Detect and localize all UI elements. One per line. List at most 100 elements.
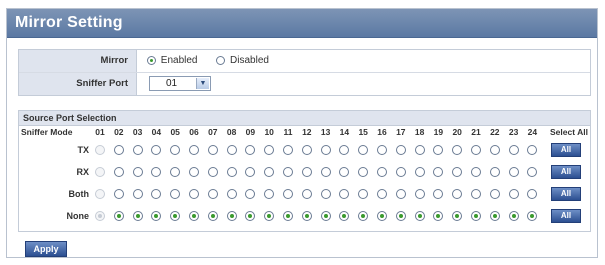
radio-none-port-20[interactable] [452, 211, 463, 221]
radio-none-port-12[interactable] [301, 211, 312, 221]
radio-none-port-06[interactable] [189, 211, 199, 221]
radio-rx-port-23[interactable] [508, 167, 519, 177]
apply-button[interactable]: Apply [25, 241, 67, 257]
select-all-tx-button[interactable]: All [551, 143, 581, 157]
radio-tx-port-19[interactable] [433, 145, 444, 155]
radio-both-port-07[interactable] [207, 189, 218, 199]
select-all-rx-button[interactable]: All [551, 165, 581, 179]
radio-rx-port-19[interactable] [433, 167, 444, 177]
radio-both-port-13[interactable] [320, 189, 331, 199]
radio-rx-port-21[interactable] [471, 167, 481, 177]
radio-none-port-22[interactable] [489, 211, 500, 221]
radio-rx-port-09[interactable] [245, 167, 256, 177]
sniffer-port-select[interactable]: 01 ▼ [149, 76, 211, 91]
mirror-enabled-option[interactable]: Enabled [147, 50, 197, 72]
radio-none-port-03[interactable] [132, 211, 143, 221]
radio-none-port-08[interactable] [226, 211, 237, 221]
radio-tx-port-08[interactable] [226, 145, 237, 155]
radio-both-port-14[interactable] [339, 189, 350, 199]
radio-both-port-08[interactable] [226, 189, 237, 199]
radio-none-port-14[interactable] [339, 211, 350, 221]
radio-none-port-10[interactable] [264, 211, 275, 221]
radio-rx-port-07[interactable] [207, 167, 218, 177]
radio-both-port-24[interactable] [527, 189, 538, 199]
radio-rx-port-22[interactable] [489, 167, 500, 177]
radio-both-port-06[interactable] [189, 189, 199, 199]
radio-both-port-16[interactable] [377, 189, 387, 199]
radio-both-port-22[interactable] [489, 189, 500, 199]
radio-rx-port-03[interactable] [132, 167, 143, 177]
radio-none-port-18[interactable] [414, 211, 425, 221]
radio-none-port-04[interactable] [151, 211, 162, 221]
radio-both-port-11[interactable] [283, 189, 293, 199]
radio-tx-port-15[interactable] [358, 145, 369, 155]
radio-rx-port-10[interactable] [264, 167, 275, 177]
radio-tx-port-09[interactable] [245, 145, 256, 155]
radio-rx-port-18[interactable] [414, 167, 425, 177]
radio-rx-port-11[interactable] [283, 167, 293, 177]
radio-rx-port-04[interactable] [151, 167, 162, 177]
radio-both-port-18[interactable] [414, 189, 425, 199]
radio-none-port-21[interactable] [471, 211, 481, 221]
radio-tx-port-17[interactable] [395, 145, 406, 155]
radio-tx-port-20[interactable] [452, 145, 463, 155]
radio-tx-port-12[interactable] [301, 145, 312, 155]
radio-both-port-09[interactable] [245, 189, 256, 199]
mirror-disabled-option[interactable]: Disabled [216, 50, 269, 72]
radio-rx-port-14[interactable] [339, 167, 350, 177]
radio-none-port-23[interactable] [508, 211, 519, 221]
radio-tx-port-22[interactable] [489, 145, 500, 155]
radio-rx-port-12[interactable] [301, 167, 312, 177]
radio-none-port-19[interactable] [433, 211, 444, 221]
radio-none-port-16[interactable] [377, 211, 387, 221]
radio-tx-port-11[interactable] [283, 145, 293, 155]
radio-rx-port-24[interactable] [527, 167, 538, 177]
radio-rx-port-05[interactable] [170, 167, 181, 177]
radio-tx-port-16[interactable] [377, 145, 387, 155]
radio-none-port-09[interactable] [245, 211, 256, 221]
radio-none-port-17[interactable] [395, 211, 406, 221]
radio-both-port-12[interactable] [301, 189, 312, 199]
radio-both-port-05[interactable] [170, 189, 181, 199]
radio-both-port-21[interactable] [471, 189, 481, 199]
radio-rx-port-16[interactable] [377, 167, 387, 177]
radio-both-port-02[interactable] [113, 189, 124, 199]
radio-rx-port-08[interactable] [226, 167, 237, 177]
radio-both-port-19[interactable] [433, 189, 444, 199]
radio-none-port-05[interactable] [170, 211, 181, 221]
radio-rx-port-06[interactable] [189, 167, 199, 177]
radio-none-port-13[interactable] [320, 211, 331, 221]
radio-tx-port-02[interactable] [113, 145, 124, 155]
radio-none-port-24[interactable] [527, 211, 538, 221]
select-all-none-button[interactable]: All [551, 209, 581, 223]
radio-tx-port-18[interactable] [414, 145, 425, 155]
radio-both-port-17[interactable] [395, 189, 406, 199]
mirror-enabled-radio[interactable] [147, 55, 156, 65]
radio-both-port-04[interactable] [151, 189, 162, 199]
radio-rx-port-15[interactable] [358, 167, 369, 177]
radio-none-port-11[interactable] [283, 211, 293, 221]
radio-tx-port-03[interactable] [132, 145, 143, 155]
radio-rx-port-17[interactable] [395, 167, 406, 177]
radio-tx-port-24[interactable] [527, 145, 538, 155]
radio-tx-port-10[interactable] [264, 145, 275, 155]
radio-tx-port-07[interactable] [207, 145, 218, 155]
radio-rx-port-13[interactable] [320, 167, 331, 177]
radio-rx-port-02[interactable] [113, 167, 124, 177]
radio-tx-port-21[interactable] [471, 145, 481, 155]
select-all-both-button[interactable]: All [551, 187, 581, 201]
radio-tx-port-04[interactable] [151, 145, 162, 155]
radio-both-port-03[interactable] [132, 189, 143, 199]
radio-none-port-15[interactable] [358, 211, 369, 221]
radio-both-port-20[interactable] [452, 189, 463, 199]
radio-none-port-02[interactable] [113, 211, 124, 221]
mirror-disabled-radio[interactable] [216, 55, 226, 65]
radio-tx-port-23[interactable] [508, 145, 519, 155]
radio-tx-port-14[interactable] [339, 145, 350, 155]
chevron-down-icon[interactable]: ▼ [196, 78, 209, 89]
radio-rx-port-20[interactable] [452, 167, 463, 177]
radio-both-port-15[interactable] [358, 189, 369, 199]
radio-none-port-07[interactable] [207, 211, 218, 221]
radio-tx-port-05[interactable] [170, 145, 181, 155]
radio-tx-port-06[interactable] [189, 145, 199, 155]
